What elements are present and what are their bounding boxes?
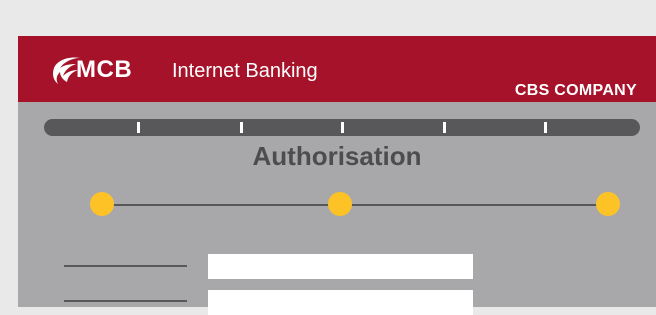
field-label-1 [64,265,187,267]
step-dot-2[interactable] [328,192,352,216]
page-title: Authorisation [252,141,422,171]
field-label-2 [64,300,187,302]
text-field-1[interactable] [208,254,473,279]
progress-bar [44,119,640,136]
step-indicator [90,192,620,218]
product-name: Internet Banking [172,60,318,82]
progress-tick [137,122,140,133]
step-dot-3[interactable] [596,192,620,216]
logo-text: MCB [76,56,133,83]
step-connector [102,204,608,206]
company-name: CBS COMPANY [514,82,637,99]
progress-tick [443,122,446,133]
text-field-2[interactable] [208,290,473,315]
progress-tick [341,122,344,133]
mcb-logo[interactable]: MCB [50,52,132,88]
app-window: MCB Internet Banking CBS COMPANY Authori… [18,36,656,315]
progress-tick [240,122,243,133]
step-dot-1[interactable] [90,192,114,216]
progress-tick [544,122,547,133]
header-bar: MCB Internet Banking CBS COMPANY [18,36,656,102]
